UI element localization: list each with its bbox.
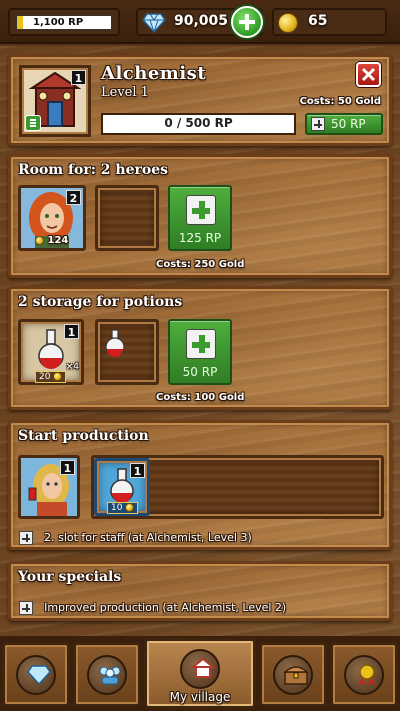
add-storage-button[interactable]: 50 RP <box>168 319 232 385</box>
staff-level-badge: 1 <box>60 460 75 475</box>
coin-icon <box>53 372 63 381</box>
plus-icon <box>19 530 33 545</box>
building-name: Alchemist <box>101 63 207 84</box>
upgrade-cost: Costs: 50 Gold <box>299 96 381 107</box>
production-title: Start production <box>18 428 149 444</box>
nav-village-label: My village <box>169 690 231 704</box>
gem-count: 90,005 <box>174 13 229 29</box>
building-level: Level 1 <box>101 85 149 100</box>
coin-icon <box>125 503 135 512</box>
storage-slot-badge: 1 <box>64 324 79 339</box>
gold-coin-icon <box>278 13 298 33</box>
specials-title: Your specials <box>18 569 122 585</box>
plus-icon <box>19 600 33 615</box>
add-hero-room-label: 125 RP <box>178 231 222 245</box>
hero-level-badge: 2 <box>66 190 81 205</box>
staff-slot[interactable]: 1 <box>18 455 80 519</box>
close-button[interactable] <box>356 62 381 87</box>
nav-achievements-button[interactable] <box>330 642 398 707</box>
hero-slot-1[interactable]: 2 124 <box>18 185 86 251</box>
plus-icon-vertical <box>245 14 249 30</box>
nav-village-button[interactable]: My village <box>144 638 256 709</box>
plus-icon <box>186 195 216 225</box>
storage-title: 2 storage for potions <box>18 294 183 310</box>
gem-map-icon <box>27 665 51 686</box>
potion-price-tag: 10 <box>107 502 139 514</box>
building-level-badge: 1 <box>71 70 86 85</box>
upgrade-button-label: 50 RP <box>331 117 366 131</box>
storage-price: 20 <box>39 372 51 382</box>
hero-slot-2-empty[interactable] <box>95 185 159 251</box>
nav-heroes-button[interactable] <box>73 642 141 707</box>
building-panel: 1 Alchemist Level 1 Costs: 50 Gold 0 / 5… <box>8 54 392 146</box>
heroes-cost: Costs: 250 Gold <box>156 259 245 270</box>
specials-note-text: Improved production (at Alchemist, Level… <box>44 601 287 614</box>
gold-counter[interactable]: 65 <box>272 8 387 36</box>
hero-value-text: 124 <box>47 235 69 246</box>
gold-count: 65 <box>308 13 328 29</box>
storage-slot-1[interactable]: 1 ×4 20 <box>18 319 84 385</box>
nav-chest-button[interactable] <box>259 642 327 707</box>
house-icon <box>191 657 215 678</box>
rp-counter[interactable]: 1,100 RP <box>8 8 120 36</box>
rp-progress-bar: 0 / 500 RP <box>101 113 296 135</box>
red-potion-icon <box>105 329 125 357</box>
storage-slot-2[interactable] <box>95 319 159 385</box>
storage-multiplier: ×4 <box>65 362 79 372</box>
storage-price-tag: 20 <box>35 371 67 383</box>
diamond-icon <box>142 13 166 33</box>
add-hero-room-button[interactable]: 125 RP <box>168 185 232 251</box>
heroes-panel: Room for: 2 heroes 2 124 125 RP Costs: 2… <box>8 154 392 278</box>
building-portrait[interactable]: 1 <box>19 65 91 137</box>
staff-slot-note-text: 2. slot for staff (at Alchemist, Level 3… <box>44 531 252 544</box>
rp-counter-fill <box>17 16 23 29</box>
nav-gems-button[interactable] <box>2 642 70 707</box>
storage-panel: 2 storage for potions 1 ×4 20 50 RP Cost… <box>8 286 392 410</box>
hero-value: 124 <box>35 235 68 246</box>
specials-note: Improved production (at Alchemist, Level… <box>19 597 286 616</box>
specials-panel: Your specials Improved production (at Al… <box>8 561 392 621</box>
treasure-chest-icon <box>283 666 309 685</box>
rp-progress-text: 0 / 500 RP <box>164 116 233 130</box>
medal-icon <box>359 664 375 686</box>
production-potion-slot[interactable]: 1 10 <box>94 458 150 516</box>
rp-counter-value: 1,100 RP <box>33 17 84 28</box>
heroes-title: Room for: 2 heroes <box>18 162 168 178</box>
add-storage-label: 50 RP <box>182 365 218 379</box>
potion-level-badge: 1 <box>130 463 145 478</box>
building-list-icon[interactable] <box>25 115 41 131</box>
upgrade-button[interactable]: 50 RP <box>305 113 383 135</box>
storage-cost: Costs: 100 Gold <box>156 392 245 403</box>
plus-icon <box>311 117 325 131</box>
close-icon <box>361 67 376 82</box>
plus-icon <box>186 329 216 359</box>
potion-price: 10 <box>111 503 123 513</box>
buy-gems-button[interactable] <box>231 6 263 38</box>
staff-slot-note: 2. slot for staff (at Alchemist, Level 3… <box>19 527 252 546</box>
people-icon <box>99 666 121 685</box>
coin-icon <box>35 235 44 245</box>
rp-counter-bar: 1,100 RP <box>16 15 112 30</box>
production-panel: Start production 1 1 10 2. slot for staf… <box>8 420 392 550</box>
